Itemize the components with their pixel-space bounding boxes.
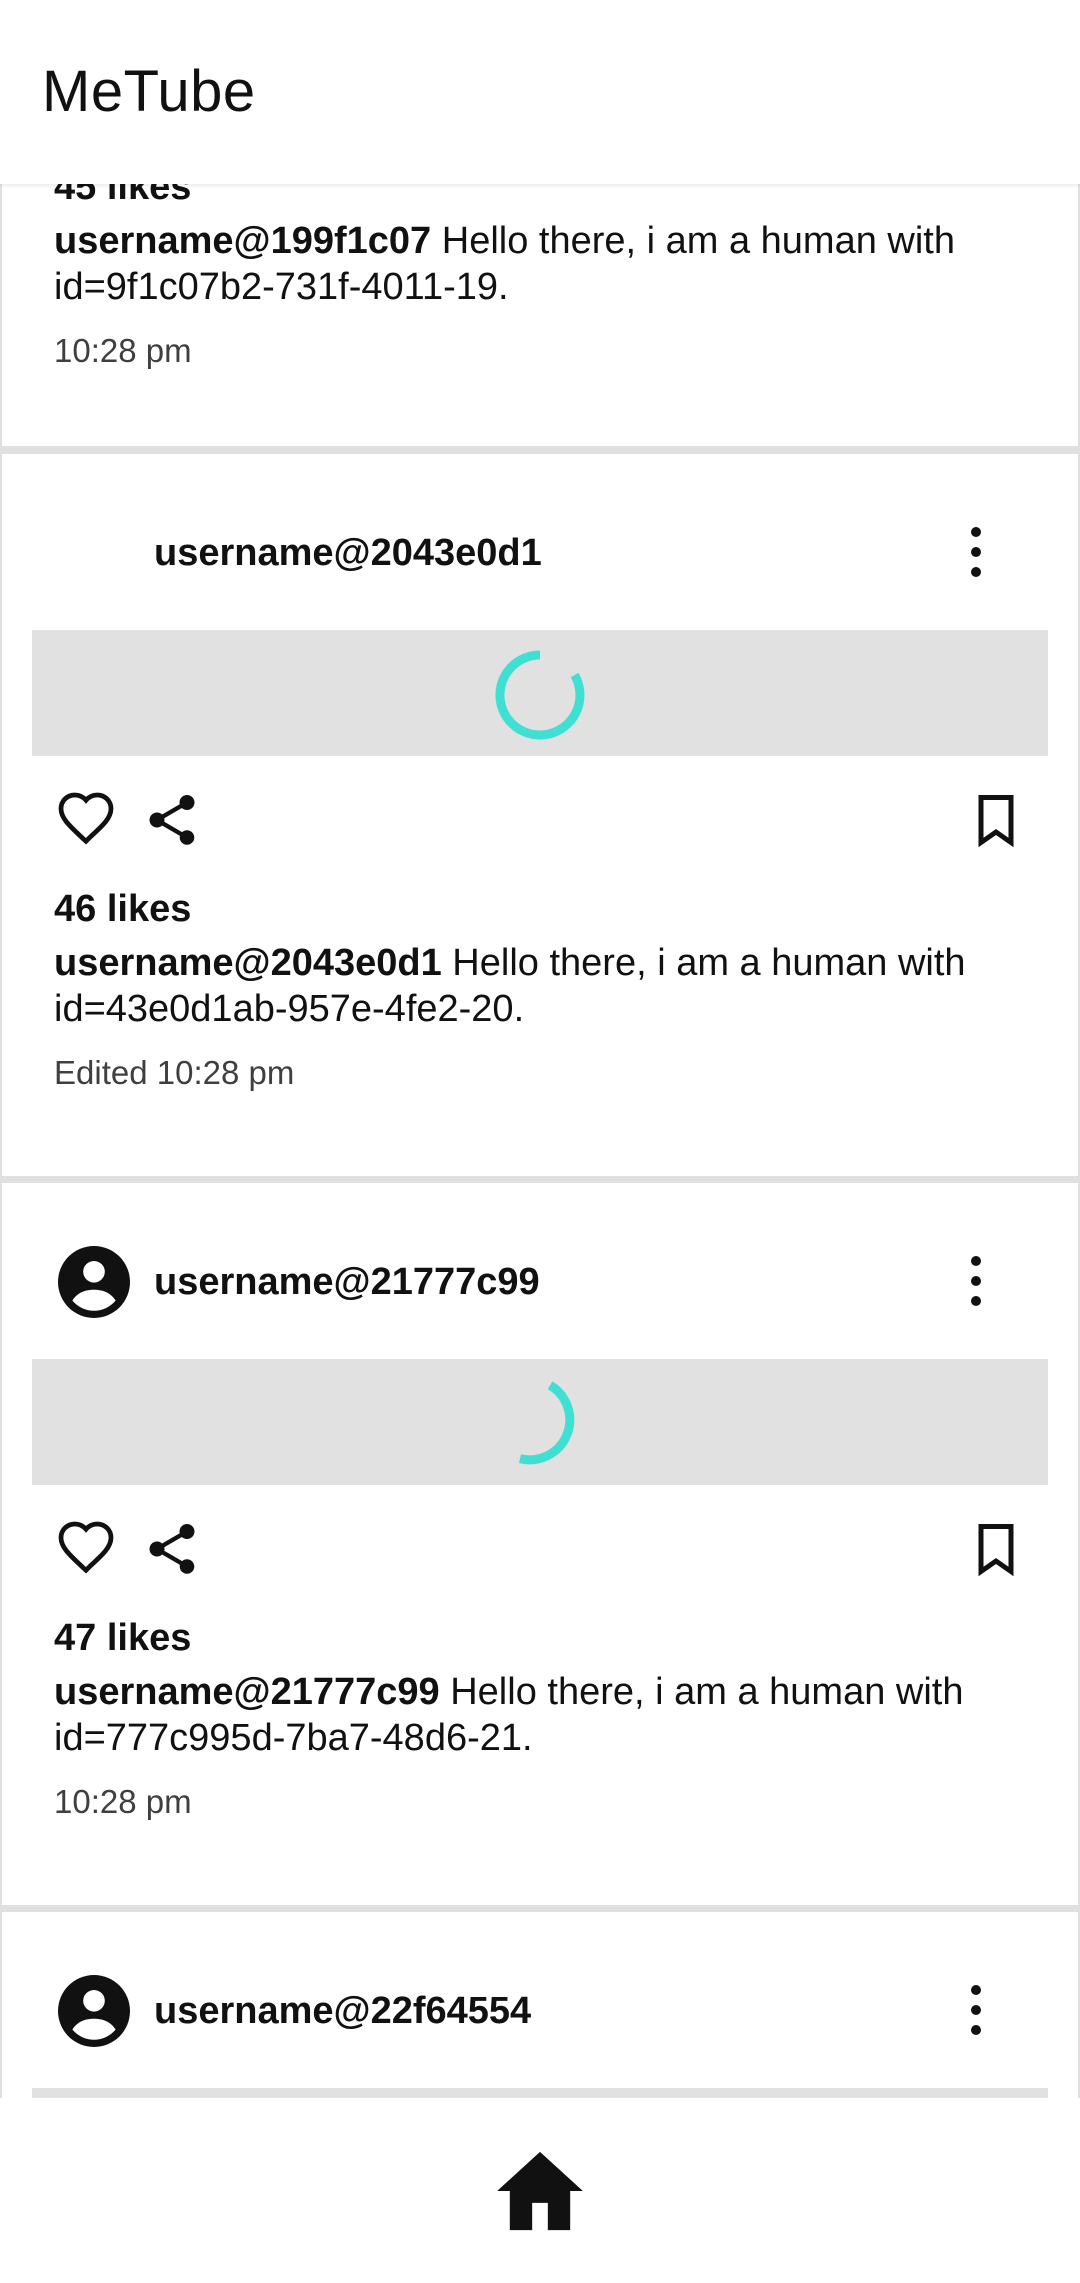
feed[interactable]: 45 likes username@199f1c07 Hello there, … — [0, 184, 1080, 2098]
share-icon[interactable] — [142, 790, 202, 850]
post-author[interactable]: username@21777c99 — [154, 1261, 540, 1304]
post-card: 45 likes username@199f1c07 Hello there, … — [2, 184, 1078, 446]
post-media[interactable] — [32, 630, 1048, 756]
likes-count: 46 likes — [54, 888, 192, 930]
post-card: username@22f64554 — [2, 1912, 1078, 2098]
bottom-navigation — [0, 2098, 1080, 2283]
post-media[interactable] — [32, 1359, 1048, 1485]
likes-count: 45 likes — [54, 184, 192, 208]
app-title: MeTube — [42, 59, 256, 124]
more-vert-icon[interactable] — [958, 1980, 994, 2040]
post-caption: username@2043e0d1 Hello there, i am a hu… — [54, 940, 1034, 1032]
likes-count: 47 likes — [54, 1617, 192, 1659]
more-vert-icon[interactable] — [958, 522, 994, 582]
heart-outline-icon[interactable] — [56, 790, 116, 850]
home-icon[interactable] — [494, 2150, 586, 2232]
loading-spinner — [518, 1381, 575, 1465]
post-caption: username@199f1c07 Hello there, i am a hu… — [54, 218, 1034, 310]
post-author[interactable]: username@2043e0d1 — [154, 532, 542, 575]
bookmark-outline-icon[interactable] — [966, 1519, 1026, 1579]
caption-username[interactable]: username@2043e0d1 — [54, 942, 442, 984]
caption-username[interactable]: username@21777c99 — [54, 1671, 440, 1713]
post-caption: username@21777c99 Hello there, i am a hu… — [54, 1669, 1034, 1761]
post-media[interactable] — [32, 2088, 1048, 2098]
heart-outline-icon[interactable] — [56, 1519, 116, 1579]
post-card: username@2043e0d1 46 likes username@2043… — [2, 454, 1078, 1176]
app-bar: MeTube — [0, 0, 1080, 184]
post-card: username@21777c99 47 likes username@2177… — [2, 1183, 1078, 1905]
post-author[interactable]: username@22f64554 — [154, 1990, 531, 2033]
post-time: 10:28 pm — [54, 332, 192, 369]
loading-spinner — [495, 650, 585, 740]
share-icon[interactable] — [142, 1519, 202, 1579]
post-time: 10:28 pm — [54, 1783, 192, 1820]
post-time: Edited 10:28 pm — [54, 1054, 295, 1091]
caption-username[interactable]: username@199f1c07 — [54, 220, 431, 262]
account-circle-icon[interactable] — [58, 1246, 130, 1318]
more-vert-icon[interactable] — [958, 1251, 994, 1311]
bookmark-outline-icon[interactable] — [966, 790, 1026, 850]
account-circle-icon[interactable] — [58, 1975, 130, 2047]
